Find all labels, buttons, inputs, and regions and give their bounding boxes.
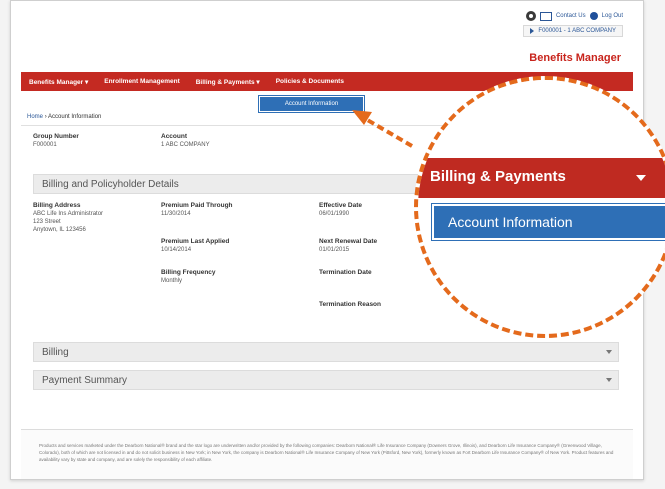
termination-reason-label: Termination Reason [319, 301, 382, 308]
play-arrow-icon [530, 28, 535, 34]
zoom-submenu-account-info: Account Information [434, 206, 665, 238]
zoom-submenu-label: Account Information [448, 214, 573, 230]
logout-link[interactable]: Log Out [602, 13, 623, 19]
account-label: Account [161, 133, 187, 140]
termination-date-field: Termination Date [319, 269, 372, 276]
billing-address-field: Billing Address ABC Life Ins Administrat… [33, 202, 103, 233]
termination-reason-field: Termination Reason [319, 301, 381, 308]
premium-paid-field: Premium Paid Through 11/30/2014 [161, 202, 233, 217]
utility-bar: Contact Us Log Out F000001 - 1 ABC COMPA… [523, 11, 623, 37]
footer-disclaimer: Products and services marketed under the… [21, 429, 633, 479]
payment-summary-section[interactable]: Payment Summary [33, 370, 619, 390]
billing-section-title: Billing [42, 346, 69, 358]
billing-frequency-value: Monthly [161, 278, 183, 284]
account-selector-value: F000001 - 1 ABC COMPANY [538, 28, 616, 34]
logout-icon [589, 12, 598, 20]
zoom-callout: Billing & Payments Account Information [414, 76, 665, 338]
zoom-background [418, 80, 665, 158]
billing-address-line: 123 Street [33, 219, 61, 225]
footer-text: Products and services marketed under the… [39, 443, 614, 463]
breadcrumb-home-link[interactable]: Home [27, 114, 43, 120]
effective-date-value: 06/01/1990 [319, 211, 350, 217]
nav-enrollment-management[interactable]: Enrollment Management [96, 78, 187, 85]
payment-summary-title: Payment Summary [42, 374, 128, 386]
nav-policies-documents[interactable]: Policies & Documents [268, 78, 352, 85]
submenu-account-information[interactable]: Account Information [259, 96, 364, 112]
billing-address-line: ABC Life Ins Administrator [33, 211, 104, 217]
billing-address-line: Anytown, IL 123456 [33, 227, 86, 233]
zoom-nav-billing-label: Billing & Payments [430, 168, 566, 185]
nav-billing-payments[interactable]: Billing & Payments ▾ [188, 78, 268, 86]
settings-gear-icon[interactable] [525, 11, 536, 21]
nav-benefits-manager[interactable]: Benefits Manager ▾ [21, 78, 96, 86]
breadcrumb-current: Account Information [48, 114, 102, 120]
group-number-field: Group Number F000001 [33, 133, 79, 148]
breadcrumb-separator: › [44, 114, 47, 120]
billing-frequency-field: Billing Frequency Monthly [161, 269, 216, 284]
brand-title: Benefits Manager [529, 52, 621, 64]
chevron-down-icon [606, 378, 612, 382]
premium-paid-label: Premium Paid Through [161, 202, 233, 209]
contact-us-link[interactable]: Contact Us [556, 13, 586, 19]
premium-applied-value: 10/14/2014 [161, 247, 192, 253]
account-field: Account 1 ABC COMPANY [161, 133, 210, 148]
renewal-date-label: Next Renewal Date [319, 238, 378, 245]
section-title: Billing and Policyholder Details [42, 178, 179, 190]
effective-date-label: Effective Date [319, 202, 362, 209]
termination-date-label: Termination Date [319, 269, 372, 276]
renewal-date-field: Next Renewal Date 01/01/2015 [319, 238, 377, 253]
zoom-nav-billing: Billing & Payments [418, 158, 665, 198]
account-value: 1 ABC COMPANY [161, 142, 210, 148]
group-number-label: Group Number [33, 133, 79, 140]
group-number-value: F000001 [33, 142, 57, 148]
breadcrumb: Home › Account Information [27, 114, 101, 120]
renewal-date-value: 01/01/2015 [319, 247, 350, 253]
premium-paid-value: 11/30/2014 [161, 211, 191, 217]
billing-address-label: Billing Address [33, 202, 81, 209]
chevron-down-icon [606, 350, 612, 354]
premium-applied-label: Premium Last Applied [161, 238, 230, 245]
billing-section[interactable]: Billing [33, 342, 619, 362]
premium-applied-field: Premium Last Applied 10/14/2014 [161, 238, 229, 253]
effective-date-field: Effective Date 06/01/1990 [319, 202, 362, 217]
caret-down-icon [636, 175, 646, 181]
billing-frequency-label: Billing Frequency [161, 269, 216, 276]
mail-icon [539, 11, 552, 21]
account-selector[interactable]: F000001 - 1 ABC COMPANY [523, 25, 623, 37]
